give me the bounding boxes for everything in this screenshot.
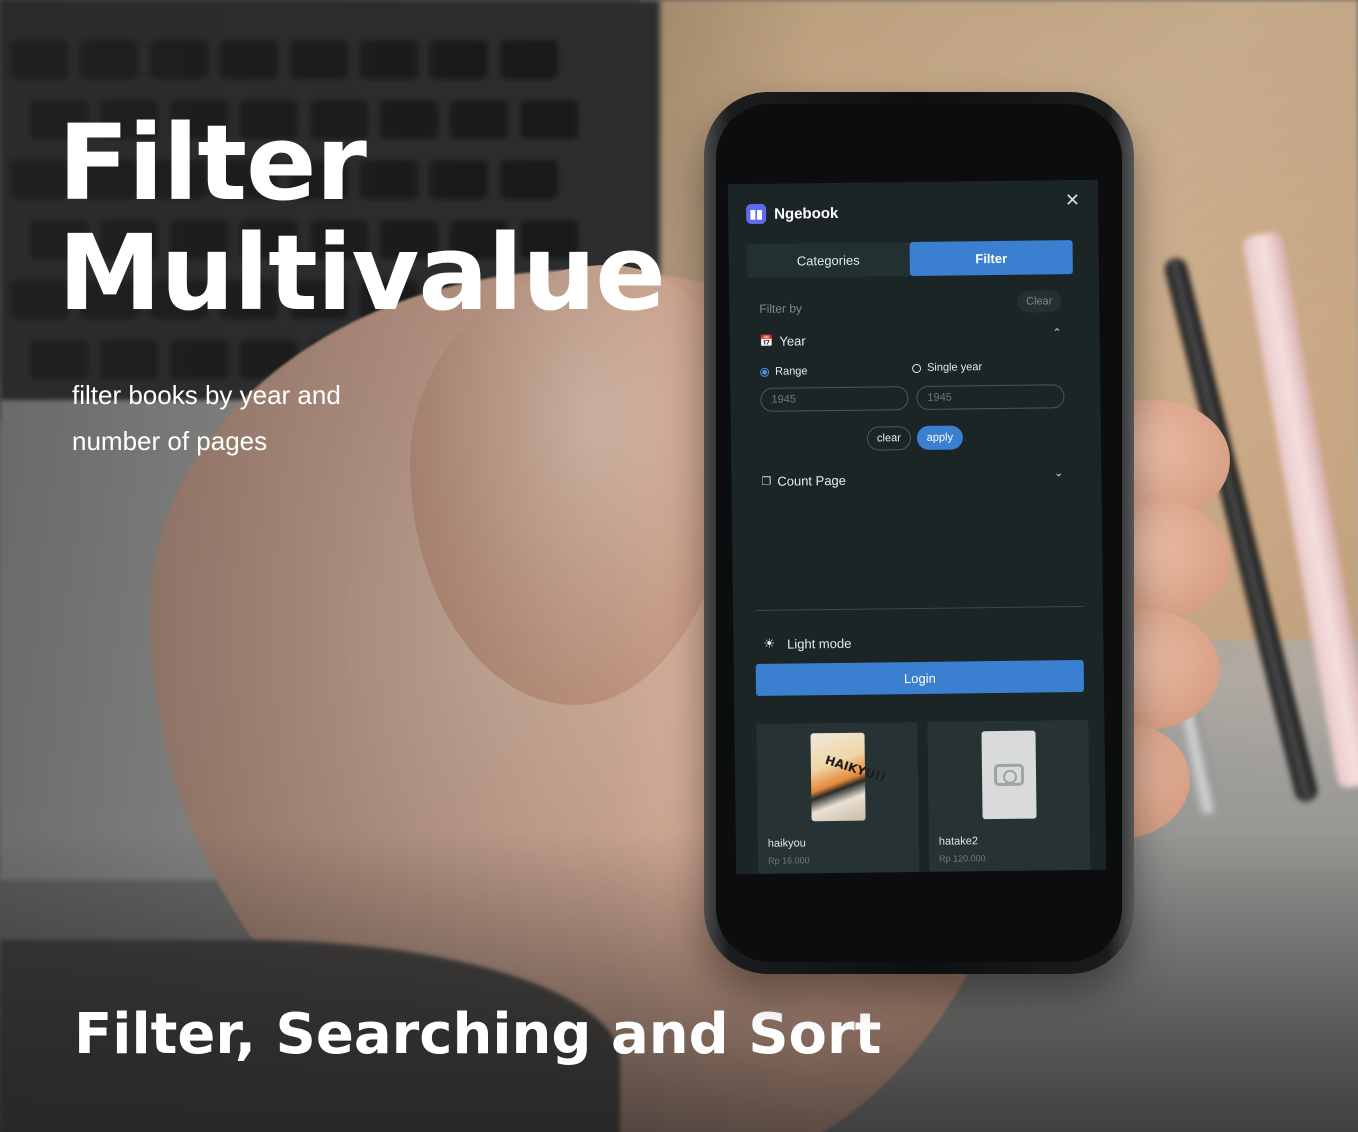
book-title: hatake2 (938, 835, 979, 848)
radio-range[interactable]: Range (760, 365, 808, 378)
count-page-section-header[interactable]: ❐ Count Page (761, 473, 846, 489)
radio-dot (912, 363, 922, 373)
tab-bar: Categories Filter (746, 240, 1073, 279)
book-title: haikyou (767, 837, 806, 850)
book-cover-placeholder (981, 730, 1037, 820)
calendar-icon: 📅 (759, 335, 774, 348)
tab-categories[interactable]: Categories (746, 242, 910, 279)
app-title: Ngebook (774, 204, 839, 223)
divider (755, 605, 1083, 611)
radio-range-label: Range (775, 365, 808, 378)
book-price: Rp 120.000 (938, 853, 986, 864)
filter-by-label: Filter by (759, 301, 803, 316)
light-mode-label: Light mode (786, 635, 852, 652)
clear-filters-button[interactable]: Clear (1017, 290, 1062, 313)
app-header: ▮▮ Ngebook (746, 203, 839, 225)
login-button[interactable]: Login (755, 659, 1085, 696)
radio-dot (760, 367, 770, 377)
year-section-header[interactable]: 📅 Year (760, 333, 806, 349)
headline: Filter Multivalue (58, 102, 666, 334)
subtitle-line: number of pages (72, 426, 268, 456)
subtitle: filter books by year and number of pages (72, 372, 392, 464)
chevron-up-icon[interactable]: ⌃ (1052, 326, 1061, 339)
pages-icon: ❐ (761, 475, 772, 488)
radio-single-year[interactable]: Single year (912, 361, 982, 374)
clear-year-button[interactable]: clear (866, 426, 912, 451)
sun-icon: ☀ (763, 635, 776, 651)
tab-filter[interactable]: Filter (909, 240, 1073, 277)
count-page-section-label: Count Page (777, 472, 847, 489)
light-mode-toggle[interactable]: ☀ Light mode (763, 635, 851, 652)
book-card[interactable]: HAIKYU!! haikyou Rp 16.000 (756, 722, 920, 874)
year-section-label: Year (779, 333, 806, 349)
headline-line: Multivalue (58, 212, 666, 334)
apply-year-button[interactable]: apply (916, 425, 964, 450)
book-icon: ▮▮ (746, 203, 767, 225)
book-price: Rp 16.000 (768, 855, 810, 866)
footer-title: Filter, Searching and Sort (74, 1002, 882, 1067)
close-icon[interactable]: ✕ (1065, 190, 1080, 211)
chevron-down-icon[interactable]: ⌄ (1054, 466, 1063, 479)
year-from-input[interactable] (760, 386, 909, 412)
phone-screen: ▮▮ Ngebook ✕ Categories Filter Filter by… (727, 179, 1107, 875)
camera-icon (993, 763, 1025, 787)
book-card[interactable]: hatake2 Rp 120.000 (927, 719, 1091, 872)
shade-overlay (0, 832, 1358, 1132)
headline-line: Filter (58, 102, 367, 224)
book-grid: HAIKYU!! haikyou Rp 16.000 hatake2 Rp 12… (756, 719, 1091, 874)
year-to-input[interactable] (916, 384, 1065, 410)
subtitle-line: filter books by year and (72, 380, 341, 410)
radio-single-year-label: Single year (926, 361, 983, 374)
year-mode-radios: Range Single year (760, 361, 1070, 378)
